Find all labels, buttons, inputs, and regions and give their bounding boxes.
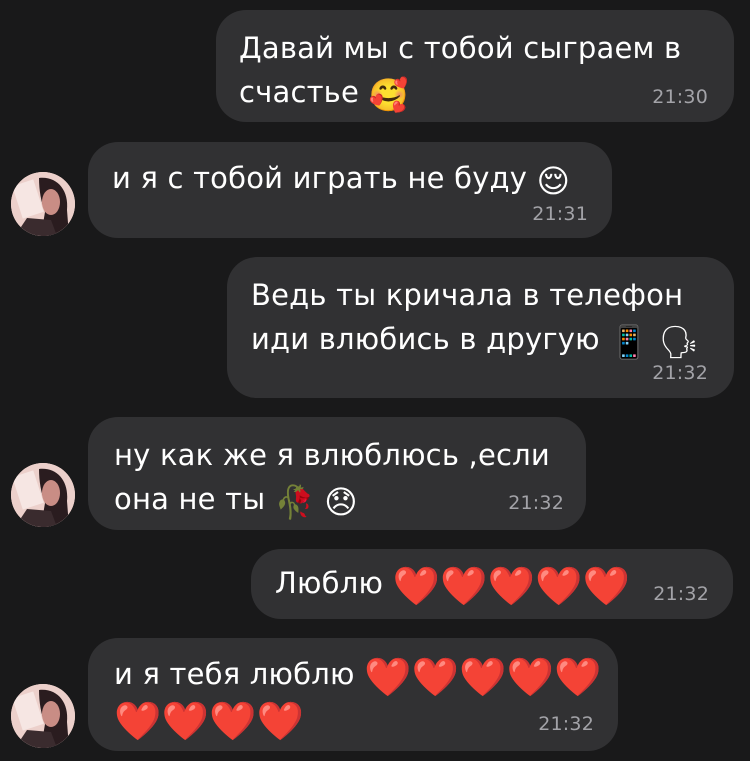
disappointed-face-emoji: 😞 <box>324 483 358 521</box>
wilted-flower-emoji: 🥀 <box>274 483 315 521</box>
avatar-photo-icon <box>11 463 75 527</box>
smiling-face-with-hearts-emoji: 🥰 <box>368 76 409 114</box>
message-bubble-outgoing[interactable]: Ведь ты кричала в телефон иди влюбись в … <box>227 257 734 398</box>
relieved-face-emoji: 😌 <box>536 162 571 200</box>
message-text: Ведь ты кричала в телефон <box>251 278 684 312</box>
red-heart-emoji: ❤️ <box>209 699 257 743</box>
message-timestamp: 21:32 <box>652 362 708 384</box>
mobile-phone-emoji: 📱 <box>609 323 650 361</box>
message-bubble-incoming[interactable]: ну как же я влюблюсь ,если она не ты 🥀 😞… <box>88 417 586 530</box>
avatar-photo-icon <box>11 684 75 748</box>
red-heart-emoji: ❤️ <box>506 655 555 699</box>
message-text: ну как же я влюблюсь ,если <box>114 438 550 472</box>
contact-avatar[interactable] <box>11 463 75 527</box>
red-heart-emoji: ❤️ <box>535 564 583 608</box>
message-text: и я тебя люблю ❤️❤️❤️❤️❤️ <box>114 655 602 699</box>
message-bubble-outgoing[interactable]: Давай мы с тобой сыграем в счастье 🥰 21:… <box>216 10 734 122</box>
message-text: иди влюбись в другую 📱 🗣 <box>251 322 700 361</box>
message-text: и я с тобой играть не буду 😌 <box>112 161 571 200</box>
message-timestamp: 21:32 <box>508 492 564 514</box>
chat-thread: Давай мы с тобой сыграем в счастье 🥰 21:… <box>0 0 750 761</box>
message-bubble-incoming[interactable]: и я с тобой играть не буду 😌 21:31 <box>88 142 612 238</box>
message-timestamp: 21:30 <box>652 86 708 108</box>
red-heart-emoji: ❤️ <box>392 564 440 608</box>
red-heart-emoji: ❤️ <box>364 655 412 699</box>
red-heart-emoji: ❤️ <box>256 699 305 743</box>
message-timestamp: 21:31 <box>532 203 588 225</box>
avatar-photo-icon <box>11 172 75 236</box>
contact-avatar[interactable] <box>11 172 75 236</box>
message-timestamp: 21:32 <box>653 583 709 605</box>
red-heart-emoji: ❤️ <box>161 699 210 743</box>
red-heart-emoji: ❤️ <box>582 564 631 608</box>
message-bubble-incoming[interactable]: и я тебя люблю ❤️❤️❤️❤️❤️ ❤️❤️❤️❤️ 21:32 <box>88 638 618 751</box>
red-heart-emoji: ❤️ <box>459 655 507 699</box>
message-text: Давай мы с тобой сыграем в <box>239 31 682 65</box>
red-heart-emoji: ❤️ <box>440 564 488 608</box>
speaking-head-emoji: 🗣 <box>658 323 700 361</box>
red-heart-emoji: ❤️ <box>554 655 602 699</box>
red-heart-emoji: ❤️ <box>114 699 162 743</box>
message-bubble-outgoing[interactable]: Люблю ❤️❤️❤️❤️❤️ 21:32 <box>251 549 733 619</box>
red-heart-emoji: ❤️ <box>411 655 460 699</box>
contact-avatar[interactable] <box>11 684 75 748</box>
message-timestamp: 21:32 <box>538 713 594 735</box>
red-heart-emoji: ❤️ <box>487 564 536 608</box>
